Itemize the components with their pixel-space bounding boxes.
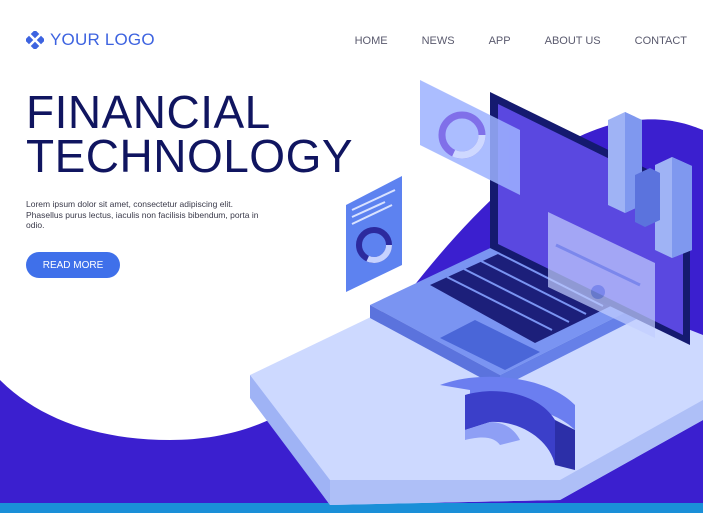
floating-report-card (346, 176, 402, 292)
hero-title-line1: FINANCIAL (26, 86, 271, 138)
nav-home[interactable]: HOME (355, 35, 388, 47)
read-more-button[interactable]: READ MORE (26, 252, 120, 278)
main-nav: HOME NEWS APP ABOUT US CONTACT (321, 35, 687, 47)
site-header: YOUR LOGO HOME NEWS APP ABOUT US CONTACT (0, 0, 703, 80)
hero-title: FINANCIAL TECHNOLOGY (26, 86, 354, 182)
floating-chart-card (420, 80, 520, 195)
nav-app[interactable]: APP (489, 35, 511, 47)
diamond-cluster-icon (26, 31, 44, 49)
hero-description: Lorem ipsum dolor sit amet, consectetur … (26, 199, 259, 230)
nav-contact[interactable]: CONTACT (635, 35, 687, 47)
logo-text: YOUR LOGO (50, 30, 155, 49)
hero-title-line2: TECHNOLOGY (26, 130, 354, 182)
logo[interactable]: YOUR LOGO (26, 30, 155, 50)
nav-about-us[interactable]: ABOUT US (545, 35, 601, 47)
nav-news[interactable]: NEWS (422, 35, 455, 47)
